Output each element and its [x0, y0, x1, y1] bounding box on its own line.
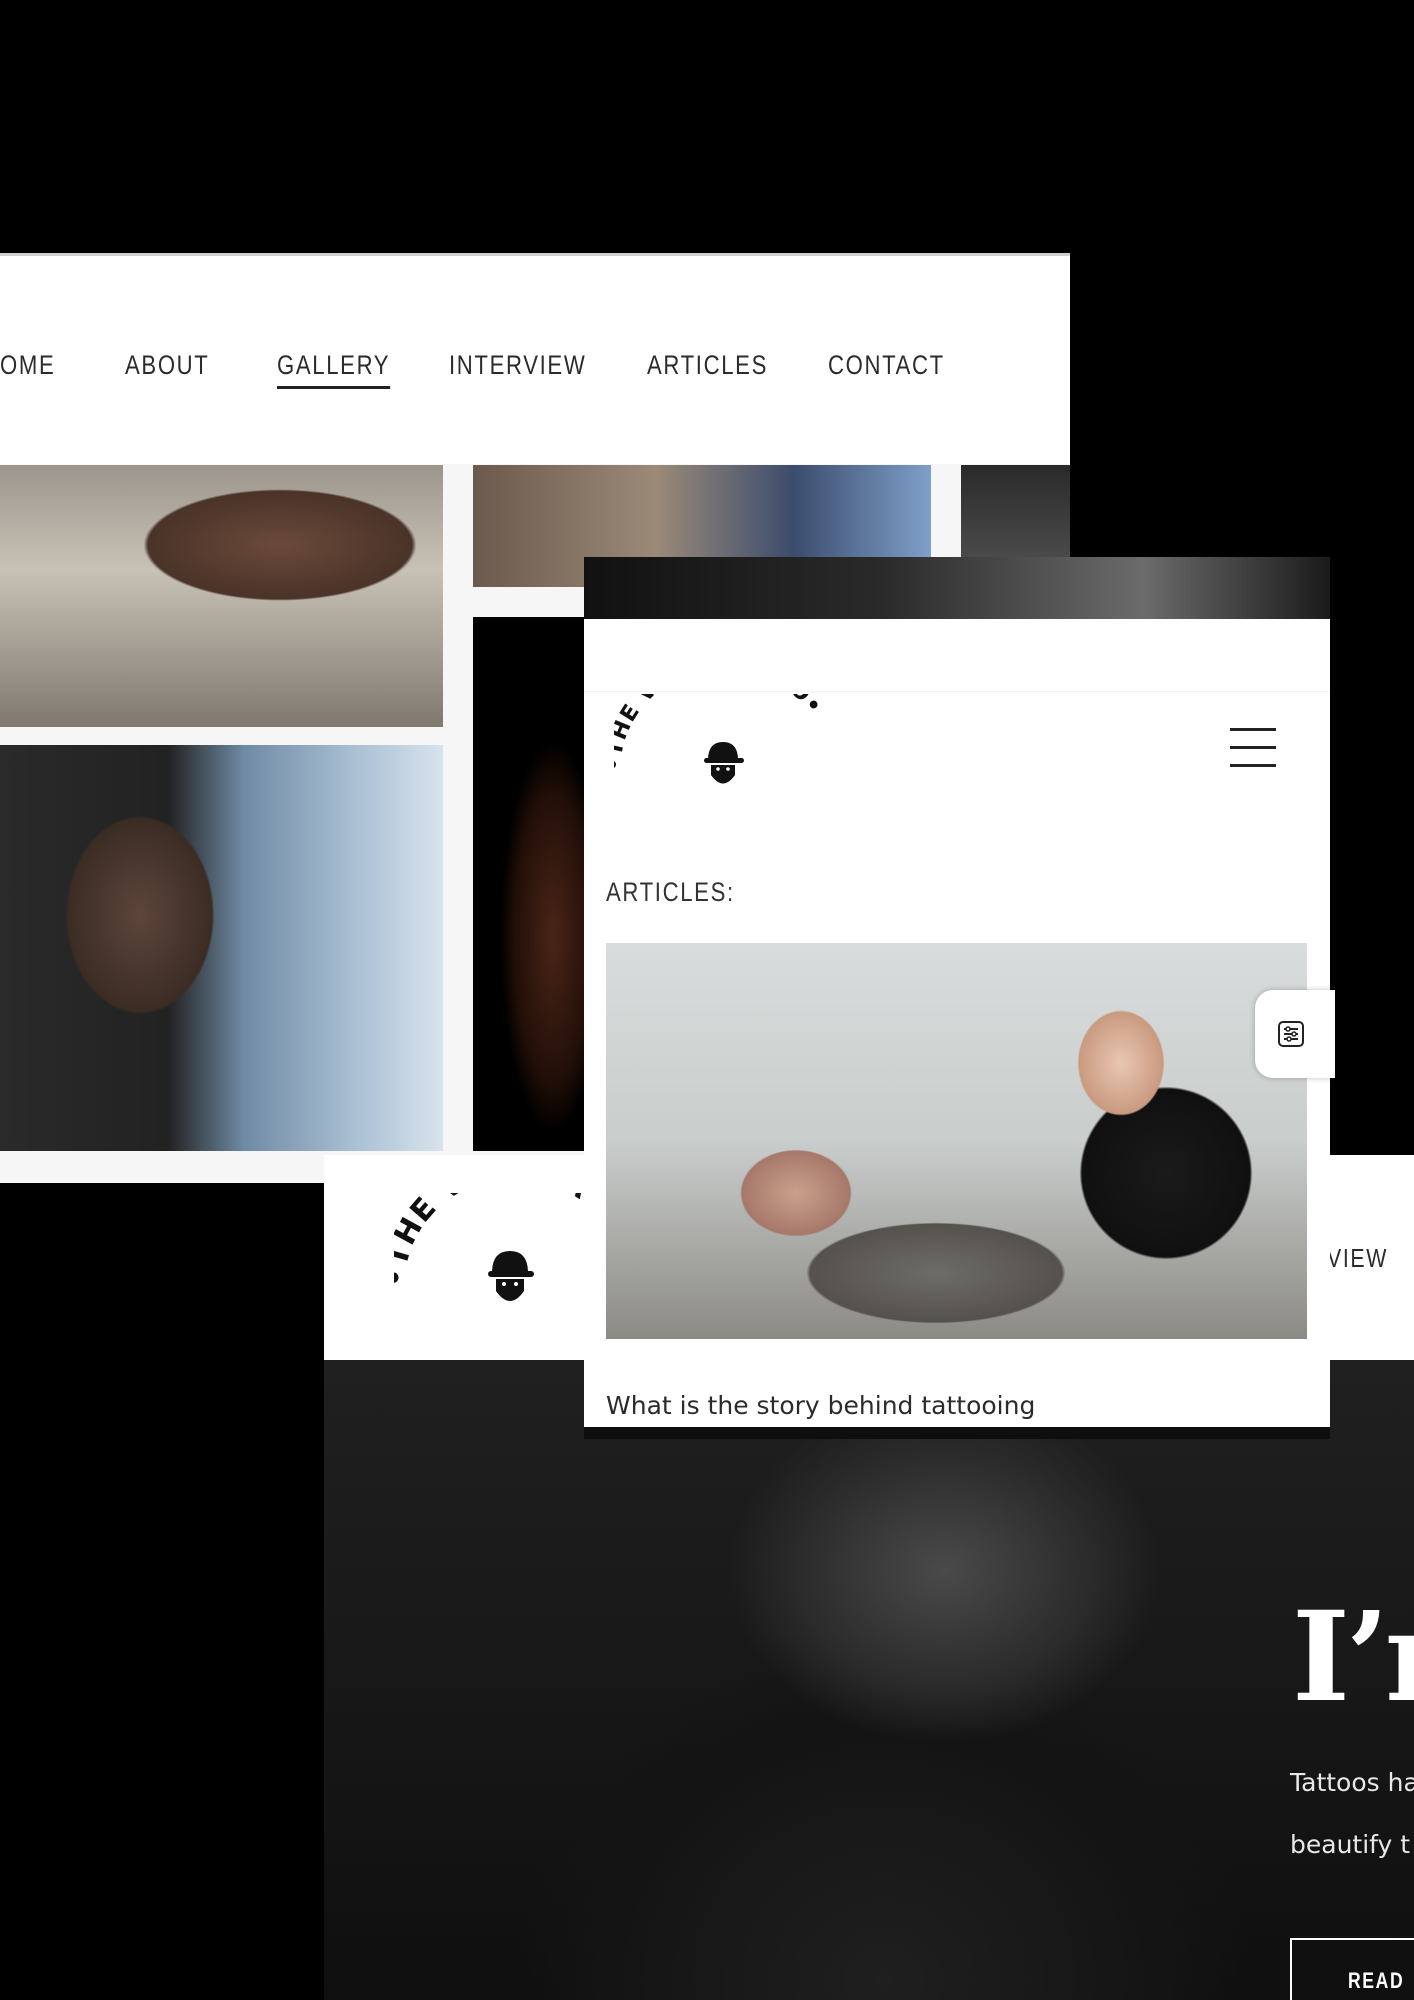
- bearded-man-icon: [488, 1251, 534, 1301]
- mobile-articles-screenshot: •THE VOID TATTOO• ARTICLES: What is the …: [584, 557, 1330, 1439]
- nav-interview-partial[interactable]: VIEW: [1327, 1243, 1388, 1274]
- read-more-button[interactable]: READ: [1290, 1938, 1414, 2000]
- hero-section: I’r Tattoos ha beautify t READ: [324, 1360, 1414, 2000]
- settings-tab[interactable]: [1255, 990, 1335, 1078]
- logo-graphic-mobile: •THE VOID TATTOO•: [614, 694, 826, 784]
- articles-section-label: ARTICLES:: [606, 877, 735, 907]
- void-tattoo-logo-mobile[interactable]: •THE VOID TATTOO•: [614, 694, 834, 814]
- nav-articles[interactable]: ARTICLES: [647, 350, 768, 381]
- read-more-label: READ: [1348, 1968, 1405, 1993]
- logo-graphic: •THE VOID TA: [394, 1193, 594, 1301]
- nav-about[interactable]: ABOUT: [125, 350, 209, 381]
- gallery-photo-tattooed-arm[interactable]: [0, 465, 443, 727]
- gallery-navigation-bar: OME ABOUT GALLERY INTERVIEW ARTICLES CON…: [0, 256, 1070, 464]
- nav-interview[interactable]: INTERVIEW: [449, 350, 586, 381]
- article-title-link[interactable]: What is the story behind tattooing: [606, 1391, 1035, 1420]
- gallery-photo-weightlifter[interactable]: [0, 745, 443, 1151]
- hero-background-photo: [324, 1360, 1414, 2000]
- mobile-header: •THE VOID TATTOO•: [584, 691, 1330, 817]
- hamburger-menu-icon[interactable]: [1230, 728, 1276, 768]
- hero-title: I’r: [1292, 1585, 1414, 1730]
- article-featured-image[interactable]: [606, 943, 1307, 1339]
- nav-gallery[interactable]: GALLERY: [277, 350, 391, 389]
- sliders-settings-icon: [1278, 1021, 1304, 1047]
- hero-text-line-2: beautify t: [1290, 1830, 1411, 1859]
- void-tattoo-logo[interactable]: •THE VOID TA: [394, 1193, 614, 1323]
- bearded-man-icon: [704, 742, 744, 784]
- background-photo-strip: [584, 557, 1330, 619]
- hero-text-line-1: Tattoos ha: [1290, 1768, 1414, 1797]
- mobile-screen: •THE VOID TATTOO• ARTICLES: What is the …: [584, 619, 1330, 1427]
- nav-contact[interactable]: CONTACT: [828, 350, 945, 381]
- nav-home[interactable]: OME: [0, 350, 55, 381]
